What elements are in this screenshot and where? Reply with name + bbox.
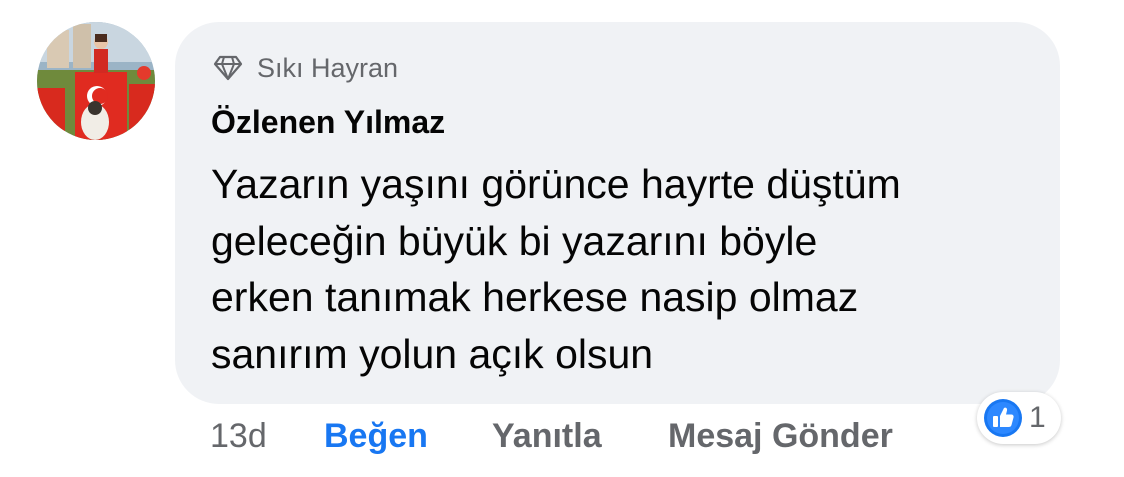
comment-bubble: Sıkı Hayran Özlenen Yılmaz Yazarın yaşın… <box>175 22 1060 404</box>
comment-timestamp[interactable]: 13d <box>210 414 267 458</box>
reaction-summary[interactable]: 1 <box>977 392 1061 444</box>
comment-line: erken tanımak herkese nasip olmaz <box>211 274 859 320</box>
fan-badge[interactable]: Sıkı Hayran <box>213 50 398 86</box>
diamond-icon <box>213 55 243 81</box>
thumbs-up-icon <box>983 398 1023 438</box>
like-button[interactable]: Beğen <box>324 414 428 458</box>
comment-line: geleceğin büyük bi yazarını böyle <box>211 217 818 264</box>
comment-line: sanırım yolun açık olsun <box>211 330 654 377</box>
send-message-button[interactable]: Mesaj Gönder <box>668 414 893 458</box>
comment-screen: Sıkı Hayran Özlenen Yılmaz Yazarın yaşın… <box>0 0 1124 477</box>
reply-button[interactable]: Yanıtla <box>492 414 602 458</box>
reaction-count: 1 <box>1029 401 1046 434</box>
author-name[interactable]: Özlenen Yılmaz <box>211 104 445 141</box>
comment-line: Yazarın yaşını görünce hayrte düştüm <box>211 161 901 207</box>
avatar-photo <box>37 22 155 140</box>
badge-label: Sıkı Hayran <box>257 52 399 83</box>
avatar[interactable] <box>37 22 155 140</box>
comment-text: Yazarın yaşını görünce hayrte düştüm gel… <box>211 156 1041 382</box>
